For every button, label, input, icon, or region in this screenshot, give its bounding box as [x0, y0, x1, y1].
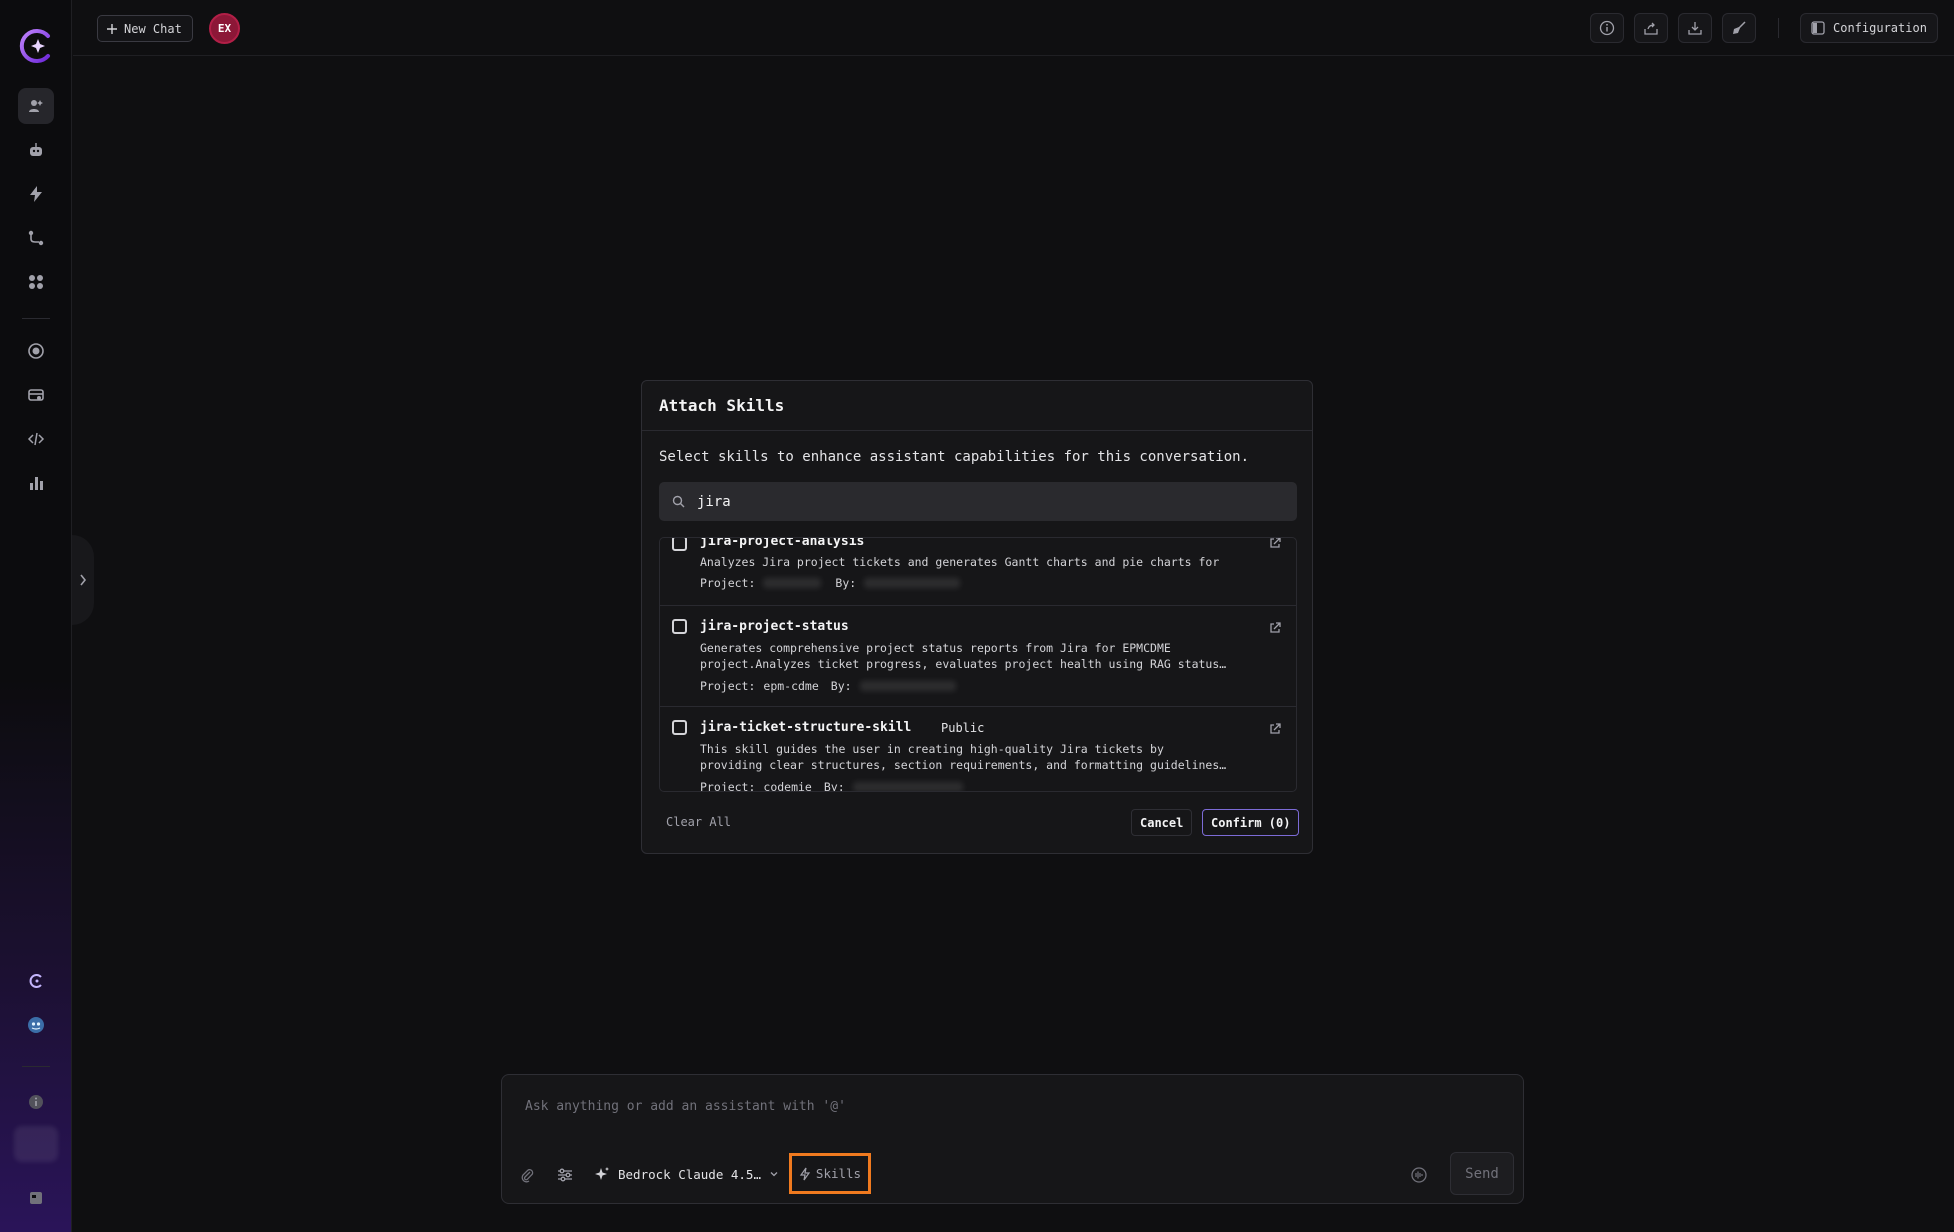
dialog-title: Attach Skills	[659, 396, 785, 415]
lightning-icon	[799, 1167, 811, 1180]
message-composer: Ask anything or add an assistant with '@…	[501, 1074, 1524, 1204]
model-selector[interactable]: Bedrock Claude 4.5…	[594, 1166, 779, 1182]
skills-search-input[interactable]	[697, 493, 1277, 510]
skills-button[interactable]: Skills	[789, 1153, 871, 1194]
skill-name: jira-project-status	[700, 619, 849, 634]
clear-all-button[interactable]: Clear All	[666, 815, 731, 829]
left-sidebar	[0, 0, 72, 1232]
dialog-divider	[642, 430, 1312, 431]
code-nav-icon[interactable]	[18, 421, 54, 457]
skill-description: Generates comprehensive project status r…	[700, 640, 1252, 672]
chat-info-button[interactable]	[1590, 13, 1624, 43]
layout-toggle-icon[interactable]	[18, 1180, 54, 1216]
data-sources-nav-icon[interactable]	[18, 333, 54, 369]
info-icon	[1599, 20, 1615, 36]
app-logo[interactable]	[18, 28, 54, 64]
redacted-author	[859, 681, 956, 691]
skill-description: Analyzes Jira project tickets and genera…	[700, 554, 1252, 570]
skill-list-item[interactable]: jira-project-status Generates comprehens…	[660, 606, 1296, 707]
skills-list[interactable]: jira-project-analysis Analyzes Jira proj…	[659, 537, 1297, 792]
skills-label: Skills	[815, 1166, 862, 1181]
toolbar-divider	[1778, 18, 1779, 38]
top-bar: New Chat EX Configuration	[73, 0, 1954, 56]
by-prefix: By:	[830, 679, 852, 693]
rail-divider	[22, 318, 50, 319]
sidebar-expand-handle[interactable]	[72, 535, 94, 625]
download-icon	[1688, 22, 1702, 35]
new-chat-button[interactable]: New Chat	[97, 15, 193, 42]
skill-project: epm-cdme	[763, 679, 819, 693]
plus-icon	[107, 23, 117, 34]
search-icon	[672, 495, 685, 508]
project-prefix: Project:	[700, 576, 756, 590]
sparkle-icon	[595, 1167, 609, 1180]
skill-name: jira-ticket-structure-skill	[700, 720, 912, 735]
external-link-icon[interactable]	[1268, 722, 1282, 736]
dialog-description: Select skills to enhance assistant capab…	[659, 449, 1250, 465]
info-nav-icon[interactable]	[18, 1084, 54, 1120]
skill-description-line: Generates comprehensive project status r…	[700, 641, 1171, 655]
skill-list-item[interactable]: jira-project-analysis Analyzes Jira proj…	[660, 537, 1296, 606]
attach-file-icon[interactable]	[518, 1166, 536, 1184]
attach-skills-dialog: Attach Skills Select skills to enhance a…	[641, 380, 1313, 854]
chevron-down-icon	[770, 1172, 778, 1177]
skill-meta: Project: epm-cdme By:	[700, 679, 956, 693]
by-prefix: By:	[835, 576, 857, 590]
skill-description-line: providing clear structures, section requ…	[700, 758, 1227, 772]
rail-divider-bottom	[22, 1066, 50, 1067]
codemie-help-icon[interactable]	[18, 963, 54, 999]
sidebar-panel-icon	[1811, 21, 1825, 35]
send-button[interactable]: Send	[1450, 1152, 1514, 1195]
cancel-button[interactable]: Cancel	[1131, 809, 1193, 836]
assistants-nav-icon[interactable]	[18, 132, 54, 168]
katalog-nav-icon[interactable]	[18, 377, 54, 413]
redacted-project	[763, 578, 822, 588]
skill-project: codemie	[763, 780, 812, 792]
skill-description: This skill guides the user in creating h…	[700, 741, 1252, 773]
share-icon	[1644, 22, 1658, 35]
skill-description-line: Analyzes Jira project tickets and genera…	[700, 555, 1220, 569]
skill-name: jira-project-analysis	[700, 537, 865, 549]
configuration-label: Configuration	[1833, 21, 1927, 35]
redacted-author	[864, 578, 961, 588]
redacted-author	[852, 782, 963, 791]
skill-meta: Project: By:	[700, 576, 961, 590]
confirm-button[interactable]: Confirm (0)	[1202, 809, 1300, 836]
skills-search-box[interactable]	[659, 482, 1297, 521]
by-prefix: By:	[823, 780, 845, 792]
workflows-nav-icon[interactable]	[18, 220, 54, 256]
integrations-nav-icon[interactable]	[18, 264, 54, 300]
new-chat-label: New Chat	[124, 21, 182, 36]
external-link-icon[interactable]	[1268, 537, 1282, 550]
voice-input-icon[interactable]	[1410, 1166, 1428, 1184]
project-prefix: Project:	[700, 679, 756, 693]
skill-list-item[interactable]: jira-ticket-structure-skill Public This …	[660, 707, 1296, 792]
message-input[interactable]: Ask anything or add an assistant with '@…	[525, 1099, 846, 1114]
skill-description-line: This skill guides the user in creating h…	[700, 742, 1164, 756]
configuration-button[interactable]: Configuration	[1800, 13, 1938, 43]
chats-nav-icon[interactable]	[18, 88, 54, 124]
analytics-nav-icon[interactable]	[18, 465, 54, 501]
skill-checkbox[interactable]	[672, 538, 687, 551]
skill-checkbox[interactable]	[672, 619, 687, 634]
broom-icon	[1733, 21, 1746, 34]
user-profile-avatar[interactable]	[14, 1126, 58, 1162]
model-name: Bedrock Claude 4.5…	[618, 1166, 761, 1182]
assistant-avatar[interactable]: EX	[209, 13, 240, 44]
settings-sliders-icon[interactable]	[556, 1166, 574, 1184]
skill-description-line: project.Analyzes ticket progress, evalua…	[700, 657, 1227, 671]
chevron-right-icon	[80, 574, 87, 586]
export-button[interactable]	[1678, 13, 1712, 43]
project-prefix: Project:	[700, 780, 756, 792]
clear-chat-button[interactable]	[1722, 13, 1756, 43]
skill-checkbox[interactable]	[672, 720, 687, 735]
external-link-icon[interactable]	[1268, 621, 1282, 635]
public-badge: Public	[941, 721, 985, 735]
community-icon[interactable]	[18, 1007, 54, 1043]
skills-nav-icon[interactable]	[18, 176, 54, 212]
share-button[interactable]	[1634, 13, 1668, 43]
skill-meta: Project: codemie By:	[700, 780, 963, 792]
